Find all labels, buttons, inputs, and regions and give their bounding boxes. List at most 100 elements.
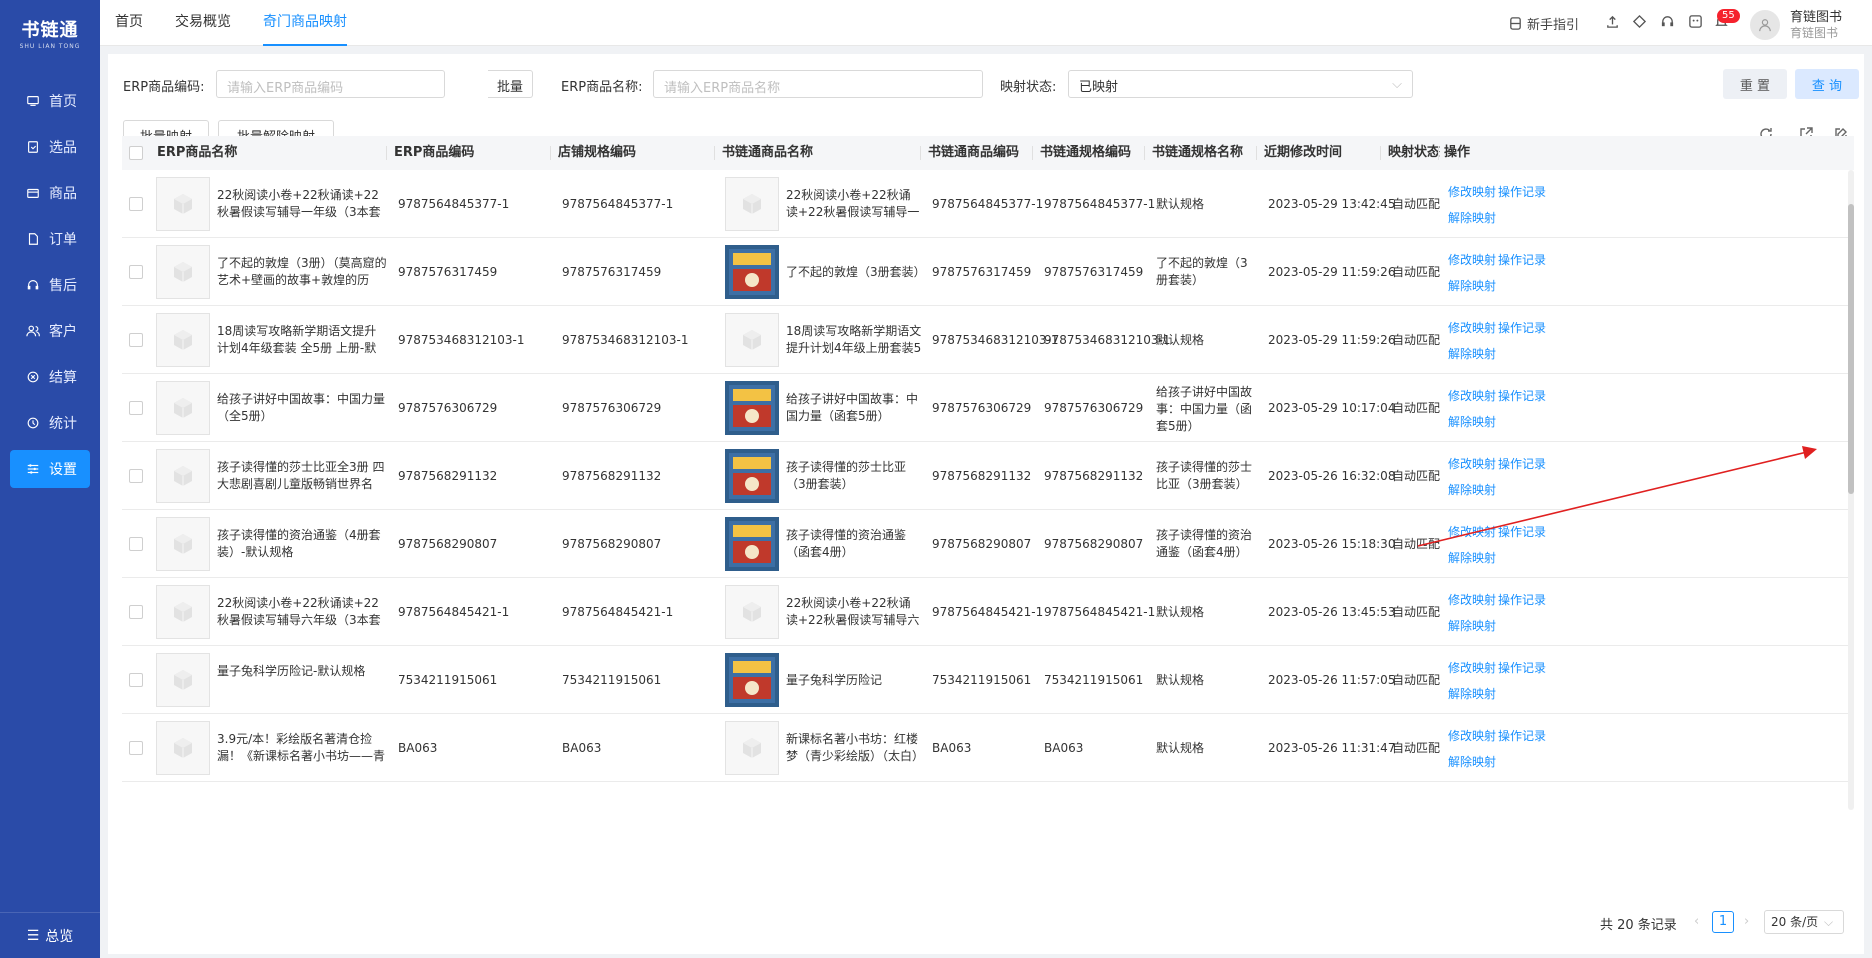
table-scrollbar[interactable] (1848, 170, 1854, 810)
select-all-checkbox[interactable] (129, 146, 143, 160)
status-select[interactable]: 已映射 ⌵ (1068, 70, 1413, 98)
sidebar-item-3[interactable]: 订单 (10, 220, 90, 258)
edit-mapping-link[interactable]: 修改映射 (1448, 387, 1496, 404)
logo: 书链通 SHU LIAN TONG (0, 0, 100, 66)
table-row[interactable]: 了不起的敦煌（3册）（莫高窟的艺术+壁画的故事+敦煌的历史）-默认规... 978… (122, 238, 1854, 306)
headset-icon[interactable] (1660, 14, 1675, 29)
table-row[interactable]: 22秋阅读小卷+22秋诵读+22秋暑假读写辅导一年级（3本套装）-22秋阅...… (122, 170, 1854, 238)
edit-mapping-link[interactable]: 修改映射 (1448, 659, 1496, 676)
operation-log-link[interactable]: 操作记录 (1498, 319, 1546, 336)
sidebar-item-8[interactable]: 设置 (10, 450, 90, 488)
overview-button[interactable]: ☰ 总览 (0, 912, 100, 958)
tab-qimen-mapping[interactable]: 奇门商品映射 (263, 0, 347, 46)
clipboard-icon (26, 140, 40, 154)
sidebar-item-2[interactable]: 商品 (10, 174, 90, 212)
slt-product-name: 给孩子讲好中国故事：中国力量（函套5册） (786, 392, 919, 423)
user-icon (1759, 19, 1771, 32)
row-checkbox[interactable] (129, 333, 143, 347)
col-map-status: 映射状态 (1388, 145, 1441, 160)
table-row[interactable]: 18周读写攻略新学期语文提升计划4年级套装 全5册 上册-默认规格 9787534… (122, 306, 1854, 374)
map-status: 自动匹配 (1392, 197, 1441, 211)
guide-button[interactable]: 新手指引 (1508, 14, 1579, 33)
col-erp-code: ERP商品编码 (394, 145, 475, 160)
unmap-link[interactable]: 解除映射 (1448, 209, 1496, 226)
modified-time: 2023-05-26 13:45:53 (1268, 605, 1396, 619)
operation-log-link[interactable]: 操作记录 (1498, 251, 1546, 268)
operation-log-link[interactable]: 操作记录 (1498, 387, 1546, 404)
sidebar-item-1[interactable]: 选品 (10, 128, 90, 166)
slt-spec-code: 7534211915061 (1044, 673, 1144, 687)
erp-product-name: 量子兔科学历险记-默认规格 (217, 664, 366, 678)
operation-log-link[interactable]: 操作记录 (1498, 727, 1546, 744)
table-row[interactable]: 量子兔科学历险记-默认规格 7534211915061 7534211915061 量… (122, 646, 1854, 714)
erp-code: 978753468312103-1 (398, 333, 525, 347)
operation-log-link[interactable]: 操作记录 (1498, 591, 1546, 608)
content-card: ERP商品编码: 请输入ERP商品编码 批量 ERP商品名称: 请输入ERP商品… (108, 54, 1864, 954)
edit-mapping-link[interactable]: 修改映射 (1448, 591, 1496, 608)
scrollbar-thumb[interactable] (1848, 204, 1854, 494)
erp-name-input[interactable]: 请输入ERP商品名称 (653, 70, 983, 98)
row-checkbox[interactable] (129, 537, 143, 551)
sidebar: 书链通 SHU LIAN TONG 首页选品商品订单售后客户结算统计设置 ☰ 总… (0, 0, 100, 958)
row-checkbox[interactable] (129, 741, 143, 755)
tab-trade-overview[interactable]: 交易概览 (175, 0, 231, 46)
shop-spec-code: 9787564845421-1 (562, 605, 674, 619)
operation-log-link[interactable]: 操作记录 (1498, 183, 1546, 200)
page-size-select[interactable]: 20 条/页 ⌵ (1764, 910, 1844, 934)
row-checkbox[interactable] (129, 469, 143, 483)
unmap-link[interactable]: 解除映射 (1448, 685, 1496, 702)
edit-mapping-link[interactable]: 修改映射 (1448, 251, 1496, 268)
query-button[interactable]: 查 询 (1795, 69, 1859, 99)
edit-mapping-link[interactable]: 修改映射 (1448, 319, 1496, 336)
slt-product-image (725, 517, 779, 571)
sidebar-item-0[interactable]: 首页 (10, 82, 90, 120)
tab-home[interactable]: 首页 (115, 0, 143, 46)
unmap-link[interactable]: 解除映射 (1448, 617, 1496, 634)
sidebar-item-label: 统计 (49, 416, 77, 432)
row-checkbox[interactable] (129, 197, 143, 211)
box-icon (26, 186, 40, 200)
edit-mapping-link[interactable]: 修改映射 (1448, 727, 1496, 744)
row-checkbox[interactable] (129, 605, 143, 619)
unmap-link[interactable]: 解除映射 (1448, 277, 1496, 294)
slt-product-image (725, 585, 779, 639)
slt-product-name: 孩子读得懂的莎士比亚（3册套装） (786, 460, 907, 491)
operation-log-link[interactable]: 操作记录 (1498, 659, 1546, 676)
upload-icon[interactable] (1605, 14, 1620, 29)
sidebar-item-label: 订单 (49, 232, 77, 248)
shop-spec-code: 9787568291132 (562, 469, 662, 483)
batch-input-button[interactable]: 批量 (488, 70, 534, 98)
tag-icon[interactable] (1632, 14, 1647, 29)
unmap-link[interactable]: 解除映射 (1448, 753, 1496, 770)
modified-time: 2023-05-29 11:59:26 (1268, 333, 1396, 347)
reset-button[interactable]: 重 置 (1723, 69, 1787, 99)
table-row[interactable]: 22秋阅读小卷+22秋诵读+22秋暑假读写辅导六年级（3本套装）-22秋阅...… (122, 578, 1854, 646)
settle-icon (26, 370, 40, 384)
sidebar-item-5[interactable]: 客户 (10, 312, 90, 350)
sidebar-item-7[interactable]: 统计 (10, 404, 90, 442)
user-name[interactable]: 育链图书 (1790, 6, 1842, 25)
page-1[interactable]: 1 (1712, 911, 1734, 933)
guide-icon (1510, 17, 1521, 30)
sidebar-item-label: 选品 (49, 140, 77, 156)
shop-spec-code: 978753468312103-1 (562, 333, 689, 347)
placeholder-image-icon (174, 670, 192, 690)
slt-product-name: 22秋阅读小卷+22秋诵读+22秋暑假读写辅导六年级（3... (786, 596, 920, 627)
row-checkbox[interactable] (129, 401, 143, 415)
prev-page-icon[interactable]: ‹ (1694, 914, 1699, 938)
row-checkbox[interactable] (129, 265, 143, 279)
sidebar-item-label: 商品 (49, 186, 77, 202)
sidebar-item-4[interactable]: 售后 (10, 266, 90, 304)
logo-subtitle: SHU LIAN TONG (19, 43, 81, 50)
row-checkbox[interactable] (129, 673, 143, 687)
erp-product-image (156, 381, 210, 435)
unmap-link[interactable]: 解除映射 (1448, 345, 1496, 362)
edit-mapping-link[interactable]: 修改映射 (1448, 183, 1496, 200)
next-page-icon[interactable]: › (1744, 914, 1749, 938)
erp-code-input[interactable]: 请输入ERP商品编码 (216, 70, 445, 98)
sidebar-item-6[interactable]: 结算 (10, 358, 90, 396)
col-shop-spec-code: 店铺规格编码 (558, 145, 637, 160)
message-icon[interactable] (1688, 14, 1703, 29)
avatar[interactable] (1750, 10, 1780, 40)
table-row[interactable]: 3.9元/本！彩绘版名著清仓捡漏！《新课标名著小书坊——青少年彩绘版... BA0… (122, 714, 1854, 782)
